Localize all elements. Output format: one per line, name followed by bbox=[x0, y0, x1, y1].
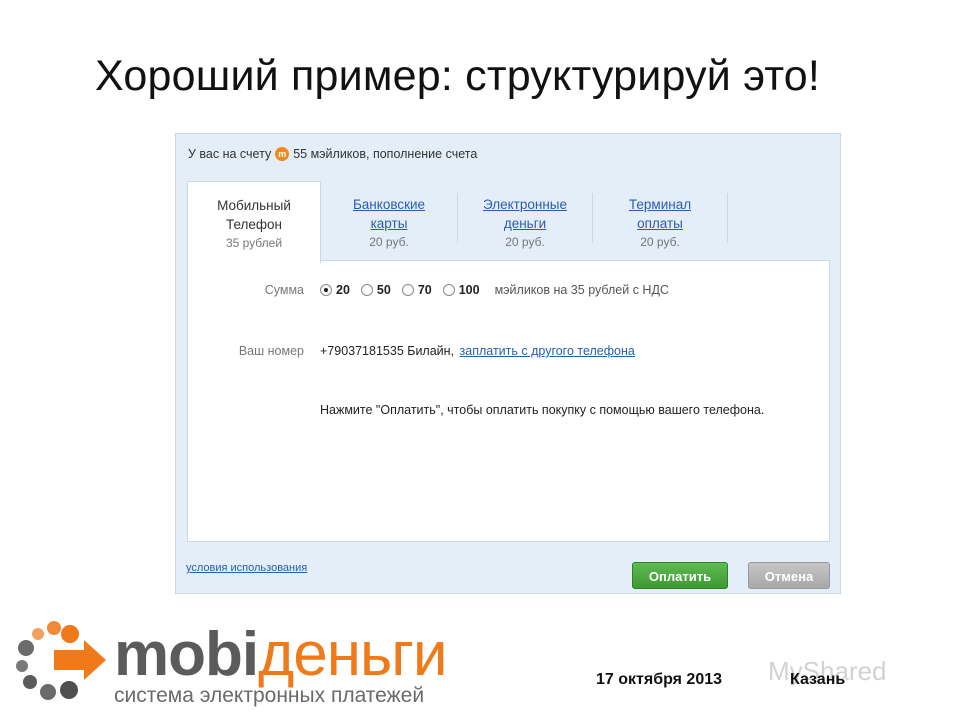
tab-label-line1: Мобильный bbox=[217, 198, 291, 213]
amount-radio-20[interactable]: 20 bbox=[320, 283, 350, 297]
tab-label-line2: деньги bbox=[503, 216, 547, 231]
sum-note: мэйликов на 35 рублей с НДС bbox=[494, 283, 669, 297]
tab-price: 20 руб. bbox=[505, 235, 545, 249]
mobidengi-logo: mobiденьги система электронных платежей bbox=[14, 620, 474, 710]
payment-widget: У вас на счету m 55 мэйликов, пополнение… bbox=[175, 133, 841, 594]
radio-dot[interactable] bbox=[442, 284, 455, 296]
logo-wordmark-mobi: mobi bbox=[114, 620, 259, 689]
tab-price: 20 руб. bbox=[369, 235, 409, 249]
phone-row: +79037181535 Билайн, заплатить с другого… bbox=[320, 344, 635, 358]
amount-radio-70[interactable]: 70 bbox=[401, 283, 432, 297]
amount-value: 100 bbox=[458, 283, 480, 297]
mobile-payment-panel: Сумма 20 50 70 100 мэйликов на 35 рублей… bbox=[187, 260, 830, 542]
tab-price: 35 рублей bbox=[225, 236, 283, 250]
balance-line: У вас на счету m 55 мэйликов, пополнение… bbox=[188, 147, 477, 161]
tab-label-line1: Терминал bbox=[628, 197, 692, 212]
logo-wordmark-dengi: деньги bbox=[258, 620, 447, 689]
amount-value: 50 bbox=[376, 283, 391, 297]
tab-payment-terminal[interactable]: Терминал оплаты 20 руб. bbox=[593, 181, 727, 259]
logo-wordmark: mobiденьги bbox=[114, 624, 448, 686]
other-phone-link[interactable]: заплатить с другого телефона bbox=[460, 344, 635, 358]
tab-bank-cards[interactable]: Банковские карты 20 руб. bbox=[321, 181, 457, 259]
amount-value: 20 bbox=[336, 283, 350, 297]
mailik-coin-icon: m bbox=[275, 147, 290, 161]
cancel-button[interactable]: Отмена bbox=[748, 562, 830, 589]
slide-title: Хороший пример: структурируй это! bbox=[95, 52, 821, 100]
pay-button[interactable]: Оплатить bbox=[632, 562, 728, 589]
amount-value: 70 bbox=[417, 283, 432, 297]
tab-e-money[interactable]: Электронные деньги 20 руб. bbox=[458, 181, 592, 259]
tab-label-line2: Телефон bbox=[225, 217, 282, 232]
logo-tagline: система электронных платежей bbox=[114, 684, 425, 707]
balance-text: 55 мэйликов, пополнение счета bbox=[293, 147, 478, 161]
terms-of-use-link[interactable]: условия использования bbox=[186, 562, 307, 574]
payment-instruction: Нажмите "Оплатить", чтобы оплатить покуп… bbox=[320, 403, 765, 417]
amount-radio-100[interactable]: 100 bbox=[442, 283, 480, 297]
tab-label-line2: карты bbox=[370, 216, 408, 231]
payment-method-tabs: Мобильный Телефон 35 рублей Банковские к… bbox=[187, 181, 827, 263]
phone-value: +79037181535 Билайн, bbox=[320, 344, 455, 358]
radio-dot[interactable] bbox=[360, 284, 373, 296]
tab-label-line1: Банковские bbox=[352, 197, 426, 212]
radio-dot[interactable] bbox=[320, 284, 332, 296]
radio-dot[interactable] bbox=[401, 284, 414, 296]
footer-date: 17 октября 2013 bbox=[596, 671, 723, 688]
tab-price: 20 руб. bbox=[640, 235, 680, 249]
tab-label-line2: оплаты bbox=[637, 216, 683, 231]
amount-radio-group: 20 50 70 100 мэйликов на 35 рублей с НДС bbox=[320, 283, 669, 297]
tab-divider bbox=[727, 193, 728, 243]
footer-city: Казань bbox=[790, 671, 846, 688]
mobidengi-logo-mark-icon bbox=[16, 621, 106, 700]
tab-mobile-phone[interactable]: Мобильный Телефон 35 рублей bbox=[187, 181, 321, 263]
phone-label: Ваш номер bbox=[238, 344, 304, 358]
amount-radio-50[interactable]: 50 bbox=[360, 283, 391, 297]
tab-label-line1: Электронные bbox=[482, 197, 568, 212]
balance-prefix: У вас на счету bbox=[188, 147, 272, 161]
sum-label: Сумма bbox=[264, 283, 304, 297]
